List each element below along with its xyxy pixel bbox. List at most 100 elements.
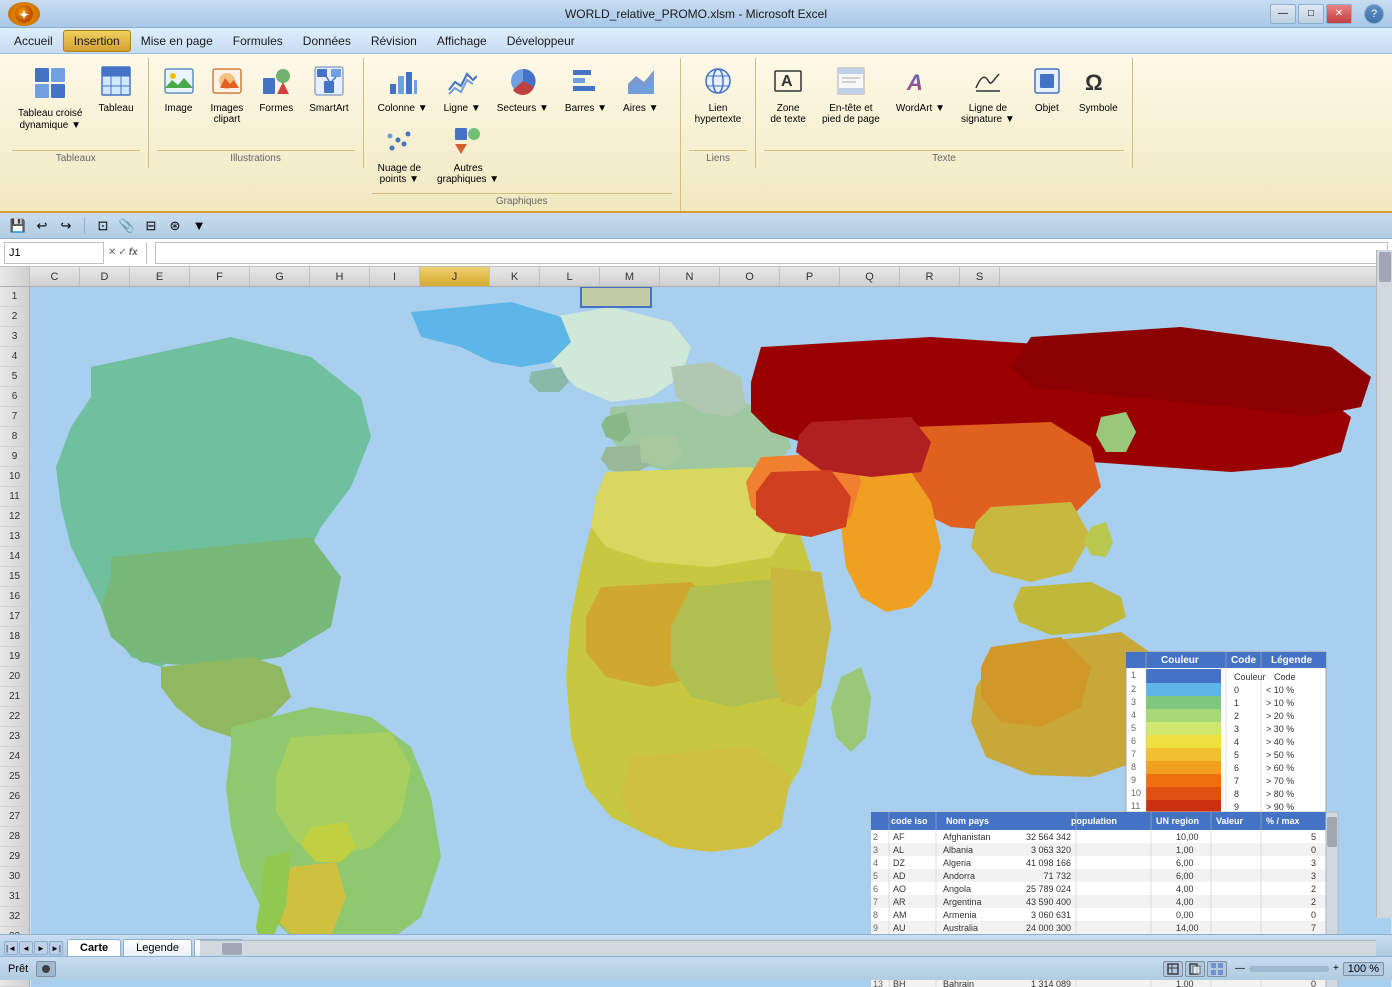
- normal-view-btn[interactable]: [1163, 961, 1183, 977]
- ligne-signature-button[interactable]: Ligne designature ▼: [955, 62, 1021, 129]
- col-header-n[interactable]: N: [660, 267, 720, 286]
- horizontal-scrollbar[interactable]: [200, 940, 1376, 956]
- nuage-points-button[interactable]: Nuage depoints ▼: [372, 122, 427, 189]
- row-header-8[interactable]: 8: [0, 427, 29, 447]
- row-header-24[interactable]: 24: [0, 747, 29, 767]
- menu-mise-en-page[interactable]: Mise en page: [131, 30, 223, 52]
- autres-graphiques-button[interactable]: Autresgraphiques ▼: [431, 122, 505, 189]
- tableau-croise-button[interactable]: Tableau croisédynamique ▼: [12, 62, 88, 136]
- office-button[interactable]: ✦: [8, 2, 40, 26]
- row-header-2[interactable]: 2: [0, 307, 29, 327]
- row-header-5[interactable]: 5: [0, 367, 29, 387]
- col-header-h[interactable]: H: [310, 267, 370, 286]
- row-header-11[interactable]: 11: [0, 487, 29, 507]
- image-button[interactable]: Image: [157, 62, 201, 118]
- row-header-22[interactable]: 22: [0, 707, 29, 727]
- row-header-32[interactable]: 32: [0, 907, 29, 927]
- secteurs-button[interactable]: Secteurs ▼: [491, 62, 555, 118]
- qa-undo-btn[interactable]: ↩: [32, 216, 52, 236]
- col-header-c[interactable]: C: [30, 267, 80, 286]
- help-button[interactable]: ?: [1364, 4, 1384, 24]
- col-header-o[interactable]: O: [720, 267, 780, 286]
- row-header-30[interactable]: 30: [0, 867, 29, 887]
- barres-button[interactable]: Barres ▼: [559, 62, 613, 118]
- restore-button[interactable]: □: [1298, 4, 1324, 24]
- col-header-m[interactable]: M: [600, 267, 660, 286]
- qa-btn5[interactable]: ⊟: [141, 216, 161, 236]
- en-tete-pied-button[interactable]: En-tête etpied de page: [816, 62, 886, 129]
- row-header-21[interactable]: 21: [0, 687, 29, 707]
- formula-cancel-btn[interactable]: ✕: [108, 247, 116, 258]
- menu-formules[interactable]: Formules: [223, 30, 293, 52]
- row-header-26[interactable]: 26: [0, 787, 29, 807]
- col-header-p[interactable]: P: [780, 267, 840, 286]
- name-box[interactable]: [4, 242, 104, 264]
- row-header-17[interactable]: 17: [0, 607, 29, 627]
- row-header-20[interactable]: 20: [0, 667, 29, 687]
- images-clipart-button[interactable]: Imagesclipart: [205, 62, 250, 129]
- lien-hypertexte-button[interactable]: Lienhypertexte: [689, 62, 748, 129]
- row-header-4[interactable]: 4: [0, 347, 29, 367]
- formula-confirm-btn[interactable]: ✓: [118, 247, 126, 258]
- row-header-6[interactable]: 6: [0, 387, 29, 407]
- row-header-14[interactable]: 14: [0, 547, 29, 567]
- qa-redo-btn[interactable]: ↪: [56, 216, 76, 236]
- row-header-27[interactable]: 27: [0, 807, 29, 827]
- row-header-23[interactable]: 23: [0, 727, 29, 747]
- col-header-j[interactable]: J: [420, 267, 490, 286]
- row-header-3[interactable]: 3: [0, 327, 29, 347]
- row-header-12[interactable]: 12: [0, 507, 29, 527]
- row-header-28[interactable]: 28: [0, 827, 29, 847]
- page-layout-btn[interactable]: [1185, 961, 1205, 977]
- formula-input[interactable]: [155, 242, 1388, 264]
- row-header-25[interactable]: 25: [0, 767, 29, 787]
- row-header-31[interactable]: 31: [0, 887, 29, 907]
- minimize-button[interactable]: —: [1270, 4, 1296, 24]
- symbole-button[interactable]: Ω Symbole: [1073, 62, 1124, 118]
- row-header-1[interactable]: 1: [0, 287, 29, 307]
- col-header-q[interactable]: Q: [840, 267, 900, 286]
- col-header-i[interactable]: I: [370, 267, 420, 286]
- smartart-button[interactable]: SmartArt: [303, 62, 354, 118]
- row-header-15[interactable]: 15: [0, 567, 29, 587]
- col-header-d[interactable]: D: [80, 267, 130, 286]
- page-break-btn[interactable]: [1207, 961, 1227, 977]
- col-header-l[interactable]: L: [540, 267, 600, 286]
- h-scroll-thumb[interactable]: [222, 943, 242, 955]
- menu-revision[interactable]: Révision: [361, 30, 427, 52]
- row-header-18[interactable]: 18: [0, 627, 29, 647]
- zoom-level[interactable]: 100 %: [1343, 962, 1384, 976]
- menu-insertion[interactable]: Insertion: [63, 30, 131, 52]
- col-header-r[interactable]: R: [900, 267, 960, 286]
- tab-first-btn[interactable]: |◄: [4, 941, 18, 955]
- menu-donnees[interactable]: Données: [293, 30, 361, 52]
- zoom-out-btn[interactable]: —: [1235, 963, 1245, 974]
- v-scroll-thumb[interactable]: [1379, 252, 1391, 282]
- objet-button[interactable]: Objet: [1025, 62, 1069, 118]
- col-header-e[interactable]: E: [130, 267, 190, 286]
- qa-btn3[interactable]: ⊡: [93, 216, 113, 236]
- col-header-g[interactable]: G: [250, 267, 310, 286]
- row-header-19[interactable]: 19: [0, 647, 29, 667]
- tab-last-btn[interactable]: ►|: [49, 941, 63, 955]
- formula-function-btn[interactable]: fx: [129, 247, 138, 258]
- sheet-tab-carte[interactable]: Carte: [67, 939, 121, 956]
- tableau-button[interactable]: Tableau: [92, 62, 139, 118]
- qa-save-btn[interactable]: 💾: [8, 216, 28, 236]
- tab-prev-btn[interactable]: ◄: [19, 941, 33, 955]
- qa-btn7[interactable]: ▼: [189, 216, 209, 236]
- wordart-button[interactable]: A WordArt ▼: [890, 62, 951, 118]
- row-header-29[interactable]: 29: [0, 847, 29, 867]
- row-header-13[interactable]: 13: [0, 527, 29, 547]
- close-button[interactable]: ✕: [1326, 4, 1352, 24]
- formes-button[interactable]: Formes: [253, 62, 299, 118]
- row-header-7[interactable]: 7: [0, 407, 29, 427]
- qa-btn4[interactable]: 📎: [117, 216, 137, 236]
- sheet-tab-legende[interactable]: Legende: [123, 939, 192, 956]
- record-macro-btn[interactable]: [36, 961, 56, 977]
- tab-next-btn[interactable]: ►: [34, 941, 48, 955]
- row-header-9[interactable]: 9: [0, 447, 29, 467]
- row-header-16[interactable]: 16: [0, 587, 29, 607]
- col-header-s[interactable]: S: [960, 267, 1000, 286]
- menu-developpeur[interactable]: Développeur: [497, 30, 585, 52]
